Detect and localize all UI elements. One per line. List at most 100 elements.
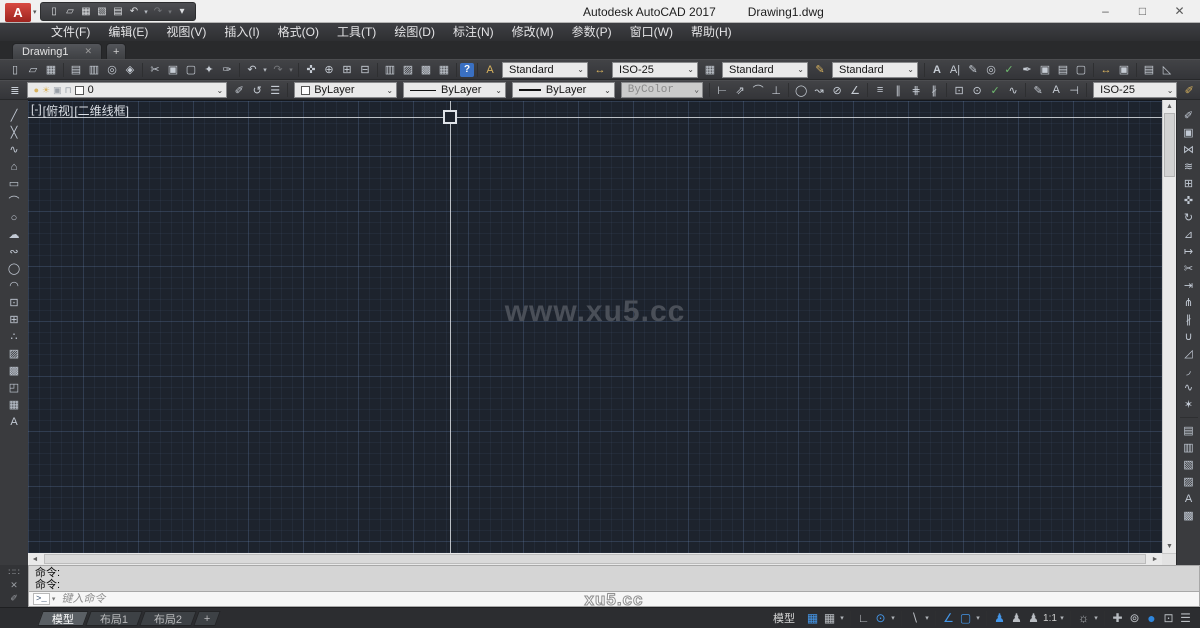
minimize-button[interactable]: – (1087, 0, 1124, 22)
trim-icon[interactable]: ✂ (1178, 260, 1200, 277)
extend-icon[interactable]: ⇥ (1178, 277, 1200, 294)
menu-parametric[interactable]: 参数(P) (563, 23, 621, 41)
rotate-icon[interactable]: ↻ (1178, 209, 1200, 226)
command-customize-wrench-icon[interactable]: ✐ (10, 593, 18, 604)
qat-plot-icon[interactable]: ▤ (110, 4, 126, 19)
dim-style-combo-2[interactable]: ISO-25 ⌄ (1093, 82, 1177, 98)
status-ortho-icon[interactable]: ∟ (855, 610, 872, 627)
sheet-set-manager-icon[interactable]: ▤ (1140, 61, 1158, 78)
table-style-icon[interactable]: ▦ (701, 61, 719, 78)
qat-save-icon[interactable]: ▦ (78, 4, 94, 19)
menu-format[interactable]: 格式(O) (269, 23, 328, 41)
qat-saveas-icon[interactable]: ▧ (94, 4, 110, 19)
grip-dots-icon[interactable]: ∷∷ (8, 567, 19, 578)
lineweight-combo[interactable]: ByLayer ⌄ (512, 82, 615, 98)
scale-icon[interactable]: ⊿ (1178, 226, 1200, 243)
blend-curves-icon[interactable]: ∿ (1178, 379, 1200, 396)
command-close-icon[interactable]: ✕ (10, 580, 18, 591)
save-icon[interactable]: ▦ (42, 61, 60, 78)
graphics-performance-icon[interactable]: ● (1143, 610, 1160, 627)
undo-icon[interactable]: ↶ (243, 61, 261, 78)
construction-line-icon[interactable]: ╳ (3, 124, 25, 141)
dim-inspect-icon[interactable]: ✓ (986, 82, 1004, 99)
dim-continue-icon[interactable]: ∥ (889, 82, 907, 99)
explode-icon[interactable]: ✶ (1178, 396, 1200, 413)
dim-edit-icon[interactable]: ✎ (1029, 82, 1047, 99)
menu-draw[interactable]: 绘图(D) (385, 23, 444, 41)
customization-menu-icon[interactable]: ☰ (1177, 610, 1194, 627)
copy-icon[interactable]: ▣ (164, 61, 182, 78)
cut-icon[interactable]: ✂ (146, 61, 164, 78)
send-under-icon[interactable]: ▨ (1178, 473, 1200, 490)
linetype-combo[interactable]: ByLayer ⌄ (403, 82, 506, 98)
annotation-visibility-icon[interactable]: ♟ (991, 610, 1008, 627)
ellipse-icon[interactable]: ◯ (3, 260, 25, 277)
zoom-window-icon[interactable]: ⊞ (338, 61, 356, 78)
layer-combo[interactable]: ● ☀ ▣ ⊓ 0 ⌄ (27, 82, 228, 98)
insert-block-icon[interactable]: ⊡ (3, 294, 25, 311)
hatch-icon[interactable]: ▨ (3, 345, 25, 362)
copy-icon[interactable]: ▣ (1178, 124, 1200, 141)
chamfer-icon[interactable]: ◿ (1178, 345, 1200, 362)
erase-icon[interactable]: ✐ (1178, 107, 1200, 124)
dim-arc-length-icon[interactable]: ⌒ (749, 82, 767, 99)
match-properties-icon[interactable]: ✑ (218, 61, 236, 78)
document-tab-close-icon[interactable]: ✕ (84, 46, 92, 57)
dim-style-brush-icon[interactable]: ✐ (1180, 82, 1198, 99)
dim-baseline-icon[interactable]: ≡ (871, 82, 889, 99)
mtext-icon[interactable]: A (3, 413, 25, 430)
find-replace-icon[interactable]: ◎ (982, 61, 1000, 78)
text-style-icon[interactable]: ✒ (1018, 61, 1036, 78)
dim-jogged-icon[interactable]: ↝ (810, 82, 828, 99)
text-frame-icon[interactable]: ▢ (1072, 61, 1090, 78)
redo-caret[interactable]: ▾ (287, 61, 295, 78)
dim-tolerance-icon[interactable]: ⊡ (950, 82, 968, 99)
status-otrack-icon[interactable]: ∠ (940, 610, 957, 627)
line-icon[interactable]: ╱ (3, 107, 25, 124)
design-center-icon[interactable]: ▨ (399, 61, 417, 78)
viewport-visual-style-control[interactable]: [二维线框] (74, 102, 129, 119)
dim-spacing-icon[interactable]: ⋕ (907, 82, 925, 99)
dim-center-mark-icon[interactable]: ⊙ (968, 82, 986, 99)
quick-dim-icon[interactable]: ↔ (1097, 61, 1115, 78)
edit-text-icon[interactable]: ✎ (964, 61, 982, 78)
menu-edit[interactable]: 编辑(E) (99, 23, 157, 41)
tab-model[interactable]: 模型 (37, 611, 88, 626)
calculator-icon[interactable]: ▦ (435, 61, 453, 78)
spline-icon[interactable]: ∾ (3, 243, 25, 260)
tab-layout2[interactable]: 布局2 (139, 611, 197, 626)
dim-linear-icon[interactable]: ⊢ (713, 82, 731, 99)
annotation-autoscale-icon[interactable]: ♟ (1008, 610, 1025, 627)
text-scale-icon[interactable]: ▣ (1036, 61, 1054, 78)
qat-undo-icon[interactable]: ↶ (126, 4, 142, 19)
dim-radius-icon[interactable]: ◯ (792, 82, 810, 99)
customization-plus-icon[interactable]: ✚ (1109, 610, 1126, 627)
rectangle-icon[interactable]: ▭ (3, 175, 25, 192)
command-prompt-caret-icon[interactable]: ▾ (52, 595, 56, 603)
table-icon[interactable]: ▦ (3, 396, 25, 413)
dim-ordinate-icon[interactable]: ⊥ (767, 82, 785, 99)
text-style-icon[interactable]: A (481, 61, 499, 78)
arc-icon[interactable]: ⌒ (3, 192, 25, 209)
zoom-realtime-icon[interactable]: ⊕ (320, 61, 338, 78)
menu-tools[interactable]: 工具(T) (328, 23, 385, 41)
viewport-view-control[interactable]: [俯视] (43, 102, 74, 119)
dim-update-icon[interactable]: ⊣ (1065, 82, 1083, 99)
status-osnap-icon[interactable]: ▢ (957, 610, 974, 627)
qat-customize-caret-icon[interactable]: ▾ (174, 4, 190, 19)
mtext-icon[interactable]: A (928, 61, 946, 78)
workspace-gear-icon[interactable]: ☼ (1075, 610, 1092, 627)
new-document-tab-button[interactable]: + (106, 43, 126, 59)
annotation-scale-icon[interactable]: ♟ (1025, 610, 1042, 627)
join-icon[interactable]: ∪ (1178, 328, 1200, 345)
scroll-left-icon[interactable]: ◄ (28, 553, 42, 565)
vertical-scrollbar[interactable]: ▲ ▼ (1162, 100, 1176, 553)
tab-layout1[interactable]: 布局1 (85, 611, 143, 626)
scroll-right-icon[interactable]: ► (1148, 553, 1162, 565)
app-logo-button[interactable]: A (5, 3, 31, 22)
polyline-icon[interactable]: ∿ (3, 141, 25, 158)
status-grid-icon[interactable]: ▦ (804, 610, 821, 627)
horizontal-scroll-thumb[interactable] (44, 554, 1146, 564)
drawing-canvas[interactable]: [-] [俯视] [二维线框] www.xu5.cc (28, 100, 1162, 553)
tab-new-layout[interactable]: + (194, 611, 222, 626)
